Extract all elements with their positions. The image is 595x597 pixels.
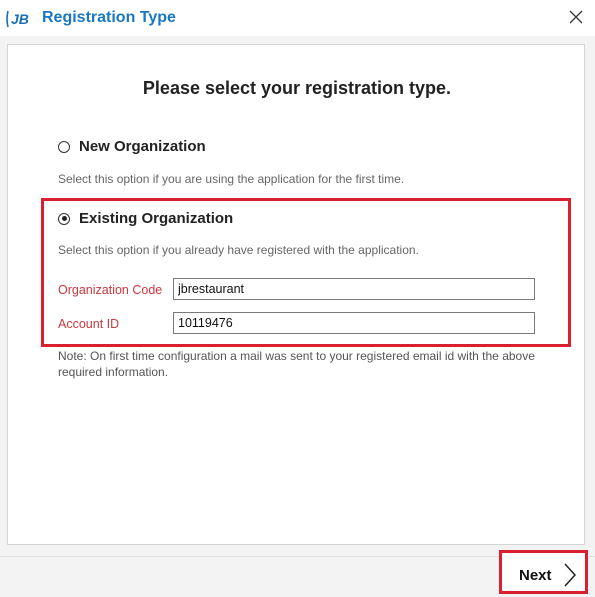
close-icon[interactable] bbox=[565, 6, 587, 28]
organization-code-label: Organization Code bbox=[58, 283, 163, 297]
configuration-note: Note: On first time configuration a mail… bbox=[58, 349, 535, 379]
next-button-label: Next bbox=[519, 567, 552, 584]
chevron-right-icon bbox=[564, 563, 577, 587]
window-title: Registration Type bbox=[42, 9, 176, 26]
title-bar: JB Registration Type bbox=[0, 0, 595, 36]
svg-text:JB: JB bbox=[11, 11, 29, 27]
new-organization-label: New Organization bbox=[79, 138, 206, 155]
app-logo: JB bbox=[6, 7, 30, 29]
account-id-label: Account ID bbox=[58, 317, 120, 331]
page-heading: Please select your registration type. bbox=[142, 78, 452, 98]
next-button[interactable]: Next bbox=[502, 553, 585, 591]
registration-window: JB Registration Type Please select your … bbox=[0, 0, 595, 597]
logo-icon: JB bbox=[6, 10, 29, 28]
account-id-input[interactable] bbox=[173, 312, 535, 334]
radio-button-new[interactable] bbox=[58, 140, 70, 153]
existing-organization-label: Existing Organization bbox=[79, 210, 234, 227]
radio-new-organization[interactable]: New Organization bbox=[58, 138, 206, 155]
new-organization-description: Select this option if you are using the … bbox=[58, 172, 405, 186]
content-panel: Please select your registration type. Ne… bbox=[7, 44, 585, 545]
existing-organization-description: Select this option if you already have r… bbox=[58, 243, 419, 257]
organization-code-input[interactable] bbox=[173, 278, 535, 300]
radio-existing-organization[interactable]: Existing Organization bbox=[58, 210, 233, 227]
radio-button-existing[interactable] bbox=[58, 212, 70, 225]
